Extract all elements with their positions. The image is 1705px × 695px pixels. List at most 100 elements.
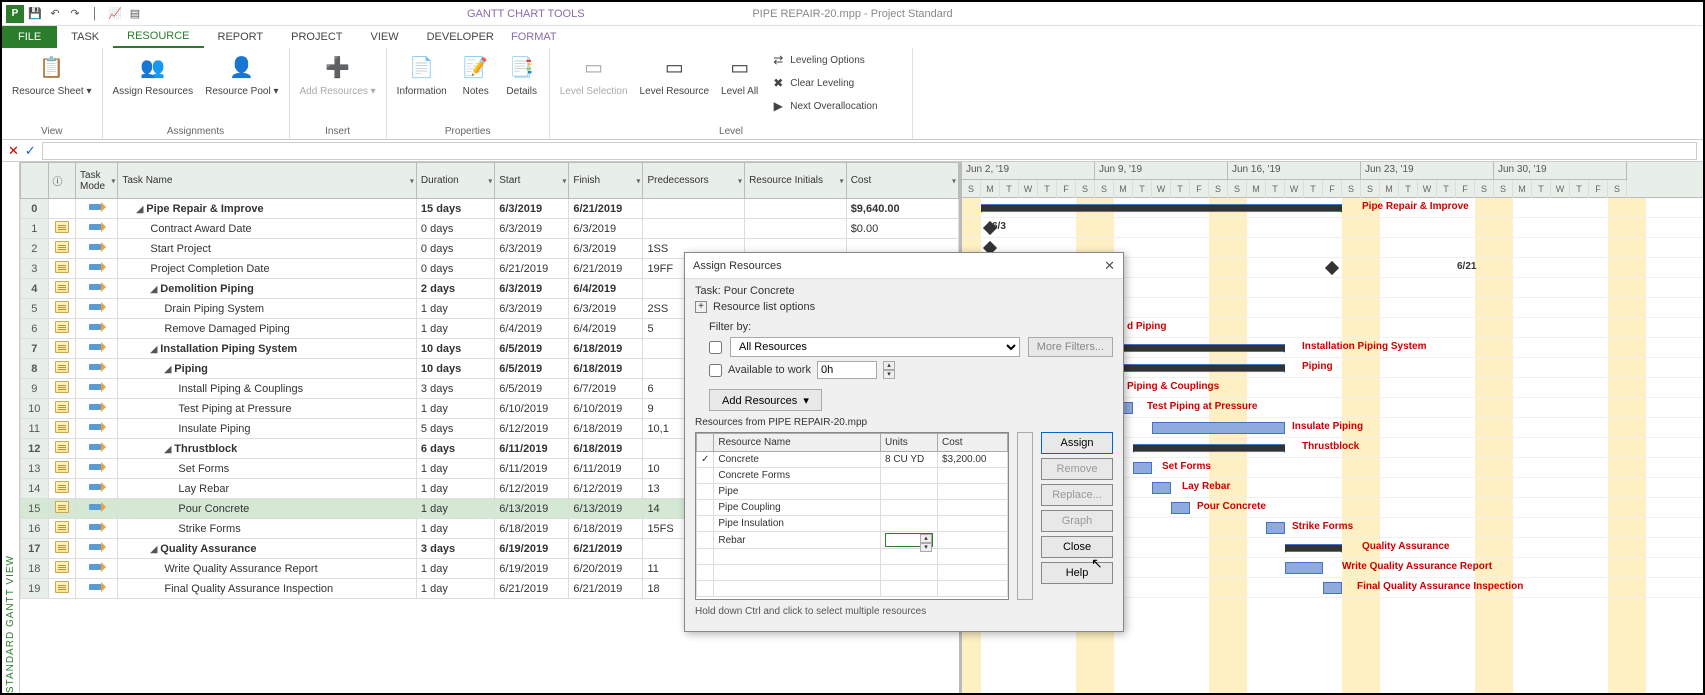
notes-button[interactable]: 📝Notes: [455, 50, 497, 100]
resource-sheet-button[interactable]: 📋Resource Sheet ▾: [8, 50, 96, 100]
chart-icon[interactable]: 📈: [106, 5, 124, 23]
available-label: Available to work: [728, 364, 811, 376]
summary-bar[interactable]: [1133, 444, 1285, 452]
auto-schedule-icon: [89, 241, 105, 253]
col-indicators[interactable]: ⓘ: [48, 163, 76, 199]
col-resource-initials[interactable]: Resource Initials▾: [745, 163, 847, 199]
tab-view[interactable]: VIEW: [356, 26, 412, 48]
resource-grid[interactable]: Resource Name Units Cost ✓Concrete8 CU Y…: [695, 432, 1009, 600]
available-checkbox[interactable]: [709, 364, 722, 377]
filter-select[interactable]: All Resources: [730, 337, 1020, 357]
levelres-icon: ▭: [658, 52, 690, 84]
expand-icon[interactable]: +: [695, 301, 707, 313]
dialog-hint: Hold down Ctrl and click to select multi…: [695, 606, 1113, 617]
redo-icon[interactable]: ↷: [66, 5, 84, 23]
gantt-bar-label: Final Quality Assurance Inspection: [1357, 581, 1523, 592]
information-button[interactable]: 📄Information: [393, 50, 451, 100]
timescale-day: T: [1038, 180, 1057, 198]
task-row[interactable]: 1 Contract Award Date 0 days6/3/20196/3/…: [21, 219, 959, 239]
resource-scrollbar[interactable]: [1017, 432, 1033, 600]
help-button[interactable]: Help: [1041, 562, 1113, 584]
level-resource-button[interactable]: ▭Level Resource: [636, 50, 713, 100]
graph-button: Graph: [1041, 510, 1113, 532]
gantt-bar-label: Test Piping at Pressure: [1147, 401, 1257, 412]
dialog-close-icon[interactable]: ✕: [1104, 258, 1115, 274]
auto-schedule-icon: [89, 421, 105, 433]
col-taskname[interactable]: Task Name▾: [118, 163, 417, 199]
clear-leveling-button[interactable]: ✖Clear Leveling: [766, 73, 906, 95]
summary-bar[interactable]: [981, 204, 1342, 212]
resource-row[interactable]: Pipe Coupling: [697, 500, 1008, 516]
levelsel-icon: ▭: [578, 52, 610, 84]
leveling-options-button[interactable]: ⇄Leveling Options: [766, 50, 906, 72]
task-bar[interactable]: [1152, 482, 1171, 494]
col-finish[interactable]: Finish▾: [569, 163, 643, 199]
entry-input[interactable]: [42, 142, 1697, 160]
resource-row[interactable]: ✓Concrete8 CU YD$3,200.00: [697, 452, 1008, 468]
resource-pool-button[interactable]: 👤Resource Pool ▾: [201, 50, 282, 100]
filter-checkbox[interactable]: [709, 341, 722, 354]
tab-file[interactable]: FILE: [2, 26, 57, 48]
milestone-marker[interactable]: [1325, 261, 1339, 275]
tab-report[interactable]: REPORT: [204, 26, 278, 48]
tab-resource[interactable]: RESOURCE: [113, 26, 203, 48]
tab-task[interactable]: TASK: [57, 26, 113, 48]
col-rownum[interactable]: [21, 163, 49, 199]
note-indicator-icon: [55, 301, 69, 313]
add-resources-dropdown[interactable]: Add Resources ▾: [709, 389, 822, 411]
task-bar[interactable]: [1285, 562, 1323, 574]
gantt-timescale[interactable]: Jun 2, '19Jun 9, '19Jun 16, '19Jun 23, '…: [962, 162, 1703, 198]
col-duration[interactable]: Duration▾: [416, 163, 494, 199]
note-indicator-icon: [55, 381, 69, 393]
resource-row[interactable]: Concrete Forms: [697, 468, 1008, 484]
task-bar[interactable]: [1171, 502, 1190, 514]
units-spinner[interactable]: ▴▾: [920, 534, 932, 546]
timescale-day: S: [1361, 180, 1380, 198]
note-indicator-icon: [55, 361, 69, 373]
note-indicator-icon: [55, 481, 69, 493]
undo-icon[interactable]: ↶: [46, 5, 64, 23]
next-overallocation-button[interactable]: ▶Next Overallocation: [766, 96, 906, 118]
units-input[interactable]: [886, 534, 920, 546]
auto-schedule-icon: [89, 321, 105, 333]
available-spinner[interactable]: ▴▾: [883, 361, 895, 379]
tab-format[interactable]: FORMAT: [497, 26, 571, 48]
level-all-button[interactable]: ▭Level All: [717, 50, 762, 100]
resource-row[interactable]: Pipe Insulation: [697, 516, 1008, 532]
gantt-bar-label: Pipe Repair & Improve: [1362, 201, 1469, 212]
col-resource-name[interactable]: Resource Name: [714, 434, 881, 452]
col-taskmode[interactable]: Task Mode▾: [76, 163, 118, 199]
task-bar[interactable]: [1266, 522, 1285, 534]
task-row[interactable]: 0 ◢Pipe Repair & Improve 15 days6/3/2019…: [21, 199, 959, 219]
col-cost[interactable]: Cost▾: [846, 163, 958, 199]
list-icon[interactable]: ▤: [126, 5, 144, 23]
save-icon[interactable]: 💾: [26, 5, 44, 23]
summary-bar[interactable]: [1285, 544, 1342, 552]
resource-row[interactable]: Rebar▴▾: [697, 532, 1008, 549]
col-units[interactable]: Units: [881, 434, 938, 452]
cancel-entry-icon[interactable]: ✕: [8, 143, 19, 159]
more-filters-button[interactable]: More Filters...: [1028, 337, 1113, 357]
task-bar[interactable]: [1323, 582, 1342, 594]
available-value[interactable]: [817, 361, 877, 379]
timescale-day: W: [1019, 180, 1038, 198]
task-bar[interactable]: [1152, 422, 1285, 434]
details-button[interactable]: 📑Details: [501, 50, 543, 100]
tab-developer[interactable]: DEVELOPER: [413, 26, 508, 48]
timescale-day: S: [1076, 180, 1095, 198]
notes-icon: 📝: [460, 52, 492, 84]
accept-entry-icon[interactable]: ✓: [25, 143, 36, 159]
task-bar[interactable]: [1133, 462, 1152, 474]
timescale-day: S: [1342, 180, 1361, 198]
group-insert-label: Insert: [325, 124, 350, 137]
assign-resources-button[interactable]: 👥Assign Resources: [109, 50, 198, 100]
col-predecessors[interactable]: Predecessors▾: [643, 163, 745, 199]
resource-row[interactable]: Pipe: [697, 484, 1008, 500]
auto-schedule-icon: [89, 461, 105, 473]
tab-project[interactable]: PROJECT: [277, 26, 356, 48]
assign-button[interactable]: Assign: [1041, 432, 1113, 454]
close-button[interactable]: Close: [1041, 536, 1113, 558]
col-res-cost[interactable]: Cost: [938, 434, 1008, 452]
auto-schedule-icon: [89, 481, 105, 493]
col-start[interactable]: Start▾: [495, 163, 569, 199]
